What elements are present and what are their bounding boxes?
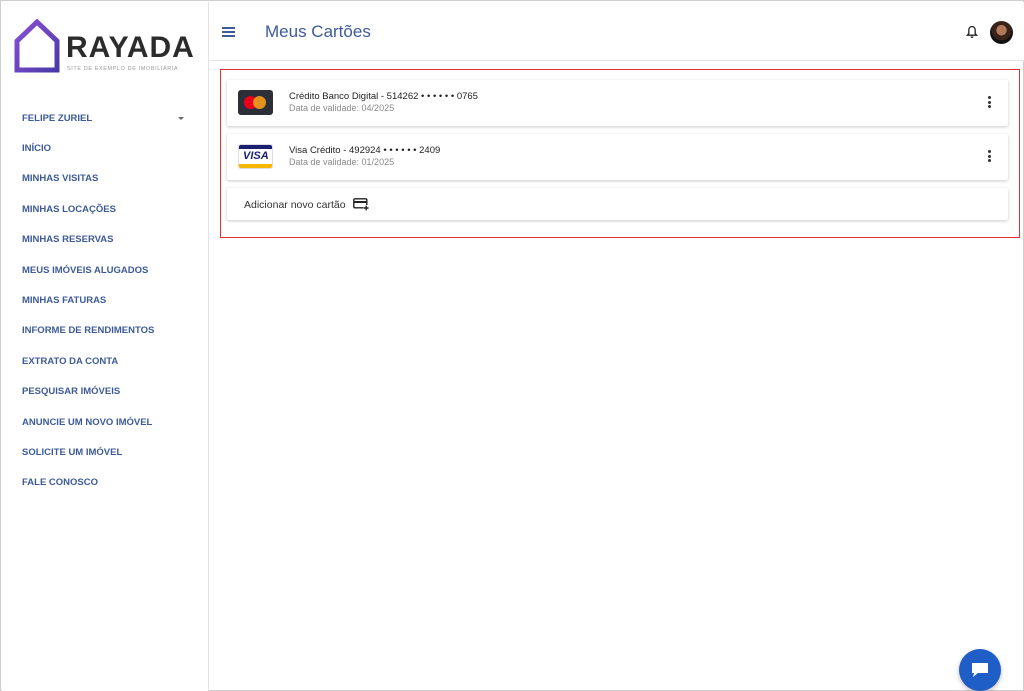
card-title: Visa Crédito - 492924 • • • • • • 2409	[289, 145, 441, 156]
sidebar-item-anuncie-um-novo-imovel[interactable]: ANUNCIE UM NOVO IMÓVEL	[2, 407, 209, 437]
card-item[interactable]: VISA Visa Crédito - 492924 • • • • • • 2…	[227, 134, 1008, 180]
sidebar-item-minhas-faturas[interactable]: MINHAS FATURAS	[2, 285, 209, 315]
add-card-icon	[353, 198, 369, 211]
more-vert-icon[interactable]	[985, 150, 993, 164]
sidebar-item-informe-de-rendimentos[interactable]: INFORME DE RENDIMENTOS	[2, 316, 209, 346]
brand-tagline: SITE DE EXEMPLO DE IMOBILIÁRIA	[67, 66, 179, 72]
cards-panel: Crédito Banco Digital - 514262 • • • • •…	[220, 69, 1020, 238]
card-item[interactable]: Crédito Banco Digital - 514262 • • • • •…	[227, 80, 1008, 126]
app-window: RAYADA SITE DE EXEMPLO DE IMOBILIÁRIA FE…	[0, 0, 1024, 691]
chat-button[interactable]	[959, 649, 1001, 691]
visa-icon: VISA	[238, 144, 273, 169]
sidebar-item-fale-conosco[interactable]: FALE CONOSCO	[2, 468, 209, 498]
chat-bubble-icon	[972, 663, 988, 677]
add-card-button[interactable]: Adicionar novo cartão	[227, 188, 1008, 220]
brand-name: RAYADA	[66, 31, 195, 64]
sidebar-item-inicio[interactable]: INÍCIO	[2, 133, 209, 163]
sidebar: RAYADA SITE DE EXEMPLO DE IMOBILIÁRIA FE…	[2, 2, 209, 691]
sidebar-user-name: FELIPE ZURIEL	[22, 112, 93, 124]
page-title: Meus Cartões	[265, 22, 371, 41]
sidebar-item-minhas-reservas[interactable]: MINHAS RESERVAS	[2, 225, 209, 255]
hamburger-icon[interactable]	[222, 27, 235, 37]
sidebar-item-meus-imoveis-alugados[interactable]: MEUS IMÓVEIS ALUGADOS	[2, 255, 209, 285]
sidebar-nav: FELIPE ZURIEL INÍCIO MINHAS VISITAS MINH…	[2, 103, 209, 498]
card-expiry: Data de validade: 01/2025	[289, 157, 395, 167]
sidebar-item-minhas-visitas[interactable]: MINHAS VISITAS	[2, 164, 209, 194]
add-card-label: Adicionar novo cartão	[244, 199, 346, 211]
sidebar-item-extrato-da-conta[interactable]: EXTRATO DA CONTA	[2, 346, 209, 376]
mastercard-icon	[238, 90, 273, 115]
card-expiry: Data de validade: 04/2025	[289, 103, 395, 113]
card-title: Crédito Banco Digital - 514262 • • • • •…	[289, 91, 478, 102]
visa-logo-text: VISA	[243, 150, 269, 162]
sidebar-item-minhas-locacoes[interactable]: MINHAS LOCAÇÕES	[2, 194, 209, 224]
sidebar-item-pesquisar-imoveis[interactable]: PESQUISAR IMÓVEIS	[2, 377, 209, 407]
sidebar-item-solicite-um-imovel[interactable]: SOLICITE UM IMÓVEL	[2, 437, 209, 467]
top-bar: Meus Cartões	[210, 2, 1024, 61]
sidebar-user-menu[interactable]: FELIPE ZURIEL	[2, 103, 209, 133]
caret-down-icon	[178, 116, 184, 120]
brand-logo[interactable]: RAYADA SITE DE EXEMPLO DE IMOBILIÁRIA	[14, 19, 204, 79]
house-logo-icon	[14, 19, 60, 73]
more-vert-icon[interactable]	[985, 96, 993, 110]
bell-icon[interactable]	[966, 25, 978, 39]
user-avatar[interactable]	[990, 21, 1013, 44]
